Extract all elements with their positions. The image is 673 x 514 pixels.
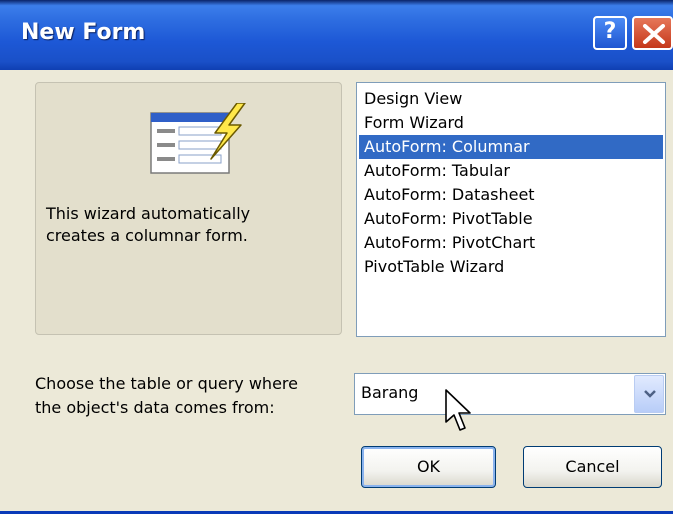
list-item[interactable]: AutoForm: Datasheet (359, 183, 663, 207)
title-bar[interactable]: New Form ? (0, 0, 673, 70)
preview-panel: This wizard automatically creates a colu… (35, 82, 342, 335)
wizard-description: This wizard automatically creates a colu… (46, 204, 251, 245)
chevron-down-icon (644, 390, 656, 398)
list-item[interactable]: AutoForm: Tabular (359, 159, 663, 183)
help-button[interactable]: ? (593, 16, 627, 50)
source-combobox[interactable]: Barang (354, 373, 666, 415)
help-icon: ? (603, 19, 617, 44)
source-label: Choose the table or query where the obje… (35, 374, 298, 417)
close-icon (643, 24, 665, 44)
ok-button[interactable]: OK (361, 446, 496, 488)
list-item[interactable]: PivotTable Wizard (359, 255, 663, 279)
list-item[interactable]: AutoForm: PivotChart (359, 231, 663, 255)
form-type-list[interactable]: Design View Form Wizard AutoForm: Columnar… (356, 82, 666, 337)
form-wizard-icon (150, 103, 246, 174)
close-button[interactable] (632, 16, 673, 50)
list-item[interactable]: Design View (359, 87, 663, 111)
mouse-cursor-icon (445, 389, 471, 431)
list-item[interactable]: Form Wizard (359, 111, 663, 135)
form-type-items: Design View Form Wizard AutoForm: Columnar… (359, 87, 663, 279)
window-title: New Form (21, 20, 146, 45)
dropdown-button[interactable] (634, 375, 664, 413)
list-item[interactable]: AutoForm: PivotTable (359, 207, 663, 231)
cancel-button[interactable]: Cancel (523, 446, 662, 488)
source-value: Barang (361, 383, 419, 402)
list-item[interactable]: AutoForm: Columnar (359, 135, 663, 159)
